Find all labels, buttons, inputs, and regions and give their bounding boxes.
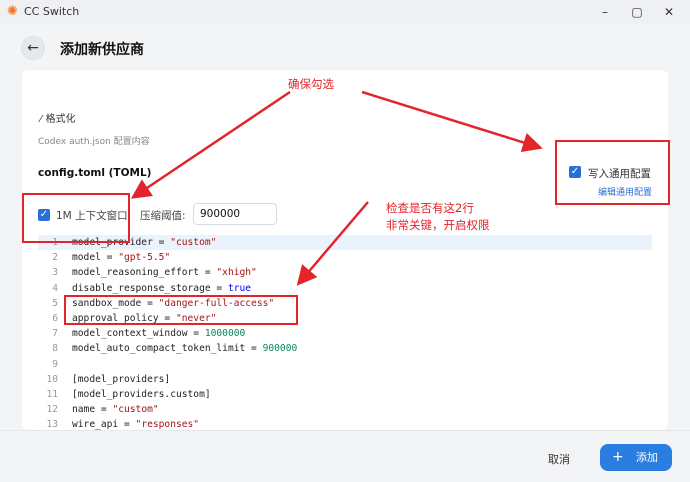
highlight-context-checkbox xyxy=(22,193,130,243)
arrow-to-context-checkbox xyxy=(130,90,291,199)
highlight-write-common-config xyxy=(555,140,670,205)
arrow-to-code-lines xyxy=(296,201,369,286)
annotation-check-lines: 检查是否有这2行 xyxy=(386,201,474,215)
annotation-ensure-checked: 确保勾选 xyxy=(288,77,334,91)
highlight-permission-lines xyxy=(64,295,298,325)
annotation-key-permission: 非常关键，开启权限 xyxy=(386,218,490,232)
arrow-to-write-common-checkbox xyxy=(361,90,543,153)
